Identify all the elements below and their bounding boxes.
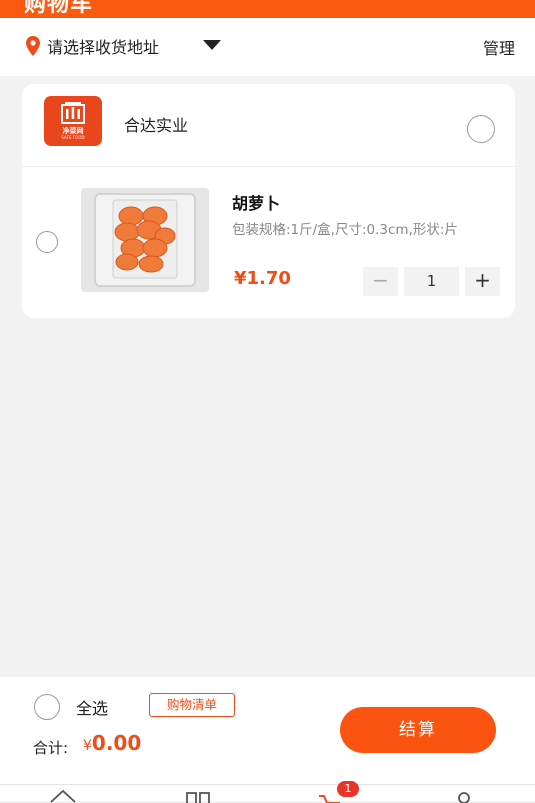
location-pin-icon xyxy=(26,36,40,56)
store-card: 净菜网 SAFE FOOD 合达实业 胡萝卜 包装规格:1斤/盒,尺寸:0.3c… xyxy=(22,84,515,318)
profile-icon[interactable] xyxy=(452,789,476,803)
total-value: 0.00 xyxy=(91,731,142,755)
increase-quantity-button[interactable]: + xyxy=(465,267,500,296)
store-select-checkbox[interactable] xyxy=(467,115,495,143)
home-icon[interactable] xyxy=(50,789,76,803)
total-currency: ¥ xyxy=(83,738,92,754)
total-label: 合计: xyxy=(33,739,69,757)
caret-down-icon[interactable] xyxy=(203,40,221,50)
select-all-checkbox[interactable] xyxy=(34,694,60,720)
tab-bar: 1 xyxy=(0,781,535,803)
checkout-button[interactable]: 结算 xyxy=(340,707,496,753)
store-logo-subtext: SAFE FOOD xyxy=(61,135,85,140)
manage-button[interactable]: 管理 xyxy=(483,35,515,59)
carrot-slices-image xyxy=(81,188,209,292)
product-spec: 包装规格:1斤/盒,尺寸:0.3cm,形状:片 xyxy=(232,222,458,238)
checkout-bar: 全选 购物清单 合计: ¥0.00 结算 xyxy=(0,677,535,784)
product-name[interactable]: 胡萝卜 xyxy=(232,190,280,214)
store-logo-icon xyxy=(61,102,85,124)
total-amount: ¥0.00 xyxy=(83,731,141,755)
store-name[interactable]: 合达实业 xyxy=(124,112,188,136)
shopping-list-button[interactable]: 购物清单 xyxy=(149,693,235,717)
address-bar: 请选择收货地址 管理 xyxy=(0,18,535,76)
store-header: 净菜网 SAFE FOOD 合达实业 xyxy=(22,84,515,167)
quantity-stepper: − 1 + xyxy=(363,267,500,296)
select-address-link[interactable]: 请选择收货地址 xyxy=(47,34,159,58)
quantity-input[interactable]: 1 xyxy=(404,267,459,296)
item-select-checkbox[interactable] xyxy=(36,231,58,253)
product-price: ¥1.70 xyxy=(234,268,291,289)
product-image[interactable] xyxy=(81,188,209,292)
decrease-quantity-button[interactable]: − xyxy=(363,267,398,296)
top-header: 购物车 xyxy=(0,0,535,18)
category-icon[interactable] xyxy=(185,789,211,803)
page-title: 购物车 xyxy=(24,0,94,17)
select-all-label[interactable]: 全选 xyxy=(76,695,108,719)
cart-count-badge: 1 xyxy=(337,781,359,797)
store-logo: 净菜网 SAFE FOOD xyxy=(44,96,102,146)
